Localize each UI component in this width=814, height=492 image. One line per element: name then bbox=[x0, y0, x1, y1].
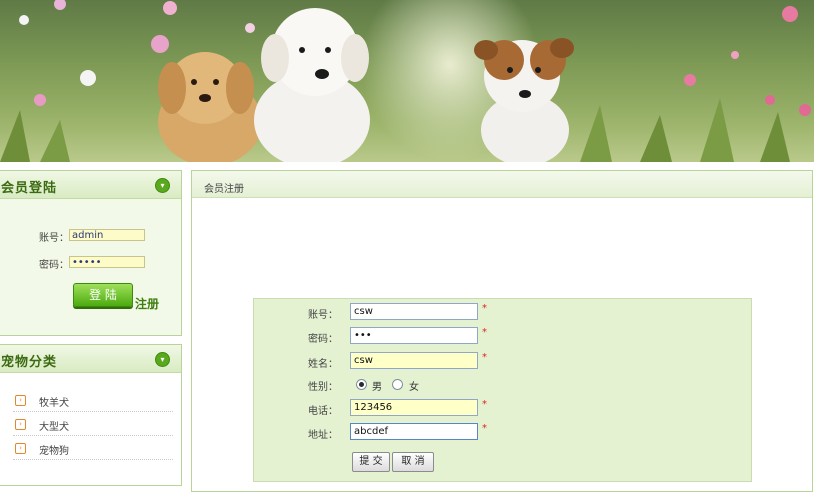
category-label[interactable]: 牧羊犬 bbox=[39, 394, 69, 409]
category-label[interactable]: 大型犬 bbox=[39, 418, 69, 433]
required-mark: * bbox=[482, 303, 487, 314]
register-link[interactable]: 注册 bbox=[135, 295, 159, 312]
password-label: 密码： bbox=[308, 334, 338, 345]
banner-illustration bbox=[0, 0, 811, 162]
required-mark: * bbox=[482, 399, 487, 410]
arrow-right-box-icon: › bbox=[15, 395, 26, 406]
account-label: 账号： bbox=[308, 310, 338, 321]
required-mark: * bbox=[482, 352, 487, 363]
category-item[interactable]: › 宠物狗 bbox=[13, 437, 173, 460]
account-input[interactable]: admin bbox=[69, 229, 145, 241]
cancel-button[interactable]: 取 消 bbox=[392, 452, 434, 472]
category-list: › 牧羊犬 › 大型犬 › 宠物狗 bbox=[0, 373, 181, 480]
name-label: 姓名： bbox=[308, 359, 338, 370]
register-panel-header: 会员注册 bbox=[192, 171, 812, 198]
category-label[interactable]: 宠物狗 bbox=[39, 442, 69, 457]
category-panel-header: 宠物分类 ▾ bbox=[0, 345, 181, 373]
address-label: 地址： bbox=[308, 430, 338, 441]
register-form: 账号： csw * 密码： ••• * 姓名： csw * 性别： 男 女 电话… bbox=[253, 298, 752, 482]
gender-female-label: 女 bbox=[409, 382, 419, 393]
gender-male-radio[interactable] bbox=[356, 379, 367, 390]
arrow-right-box-icon: › bbox=[15, 443, 26, 454]
login-panel-header: 会员登陆 ▾ bbox=[0, 171, 181, 199]
name-field[interactable]: csw bbox=[350, 352, 478, 369]
submit-button[interactable]: 提 交 bbox=[352, 452, 390, 472]
chevron-down-icon[interactable]: ▾ bbox=[155, 178, 170, 193]
arrow-right-box-icon: › bbox=[15, 419, 26, 430]
password-label: 密码： bbox=[39, 260, 69, 271]
required-mark: * bbox=[482, 327, 487, 338]
gender-female-radio[interactable] bbox=[392, 379, 403, 390]
gender-male-label: 男 bbox=[372, 382, 382, 393]
category-item[interactable]: › 牧羊犬 bbox=[13, 389, 173, 412]
chevron-down-icon[interactable]: ▾ bbox=[155, 352, 170, 367]
password-field[interactable]: ••• bbox=[350, 327, 478, 344]
register-panel: 会员注册 账号： csw * 密码： ••• * 姓名： csw * 性别： 男… bbox=[191, 170, 813, 492]
account-label: 账号： bbox=[39, 233, 69, 244]
account-field[interactable]: csw bbox=[350, 303, 478, 320]
category-panel: 宠物分类 ▾ › 牧羊犬 › 大型犬 › 宠物狗 bbox=[0, 344, 182, 486]
gender-label: 性别： bbox=[308, 382, 338, 393]
login-panel-title: 会员登陆 bbox=[1, 181, 58, 196]
category-panel-title: 宠物分类 bbox=[1, 355, 58, 370]
phone-label: 电话： bbox=[308, 406, 338, 417]
category-item[interactable]: › 大型犬 bbox=[13, 413, 173, 436]
phone-field[interactable]: 123456 bbox=[350, 399, 478, 416]
login-panel: 会员登陆 ▾ 账号： admin 密码： ••••• 登 陆 注册 bbox=[0, 170, 182, 336]
password-input[interactable]: ••••• bbox=[69, 256, 145, 268]
header-banner bbox=[0, 0, 814, 162]
address-field[interactable]: abcdef bbox=[350, 423, 478, 440]
login-button[interactable]: 登 陆 bbox=[73, 283, 133, 307]
login-form: 账号： admin 密码： ••••• 登 陆 注册 bbox=[0, 199, 181, 335]
required-mark: * bbox=[482, 423, 487, 434]
register-panel-title: 会员注册 bbox=[204, 184, 244, 195]
